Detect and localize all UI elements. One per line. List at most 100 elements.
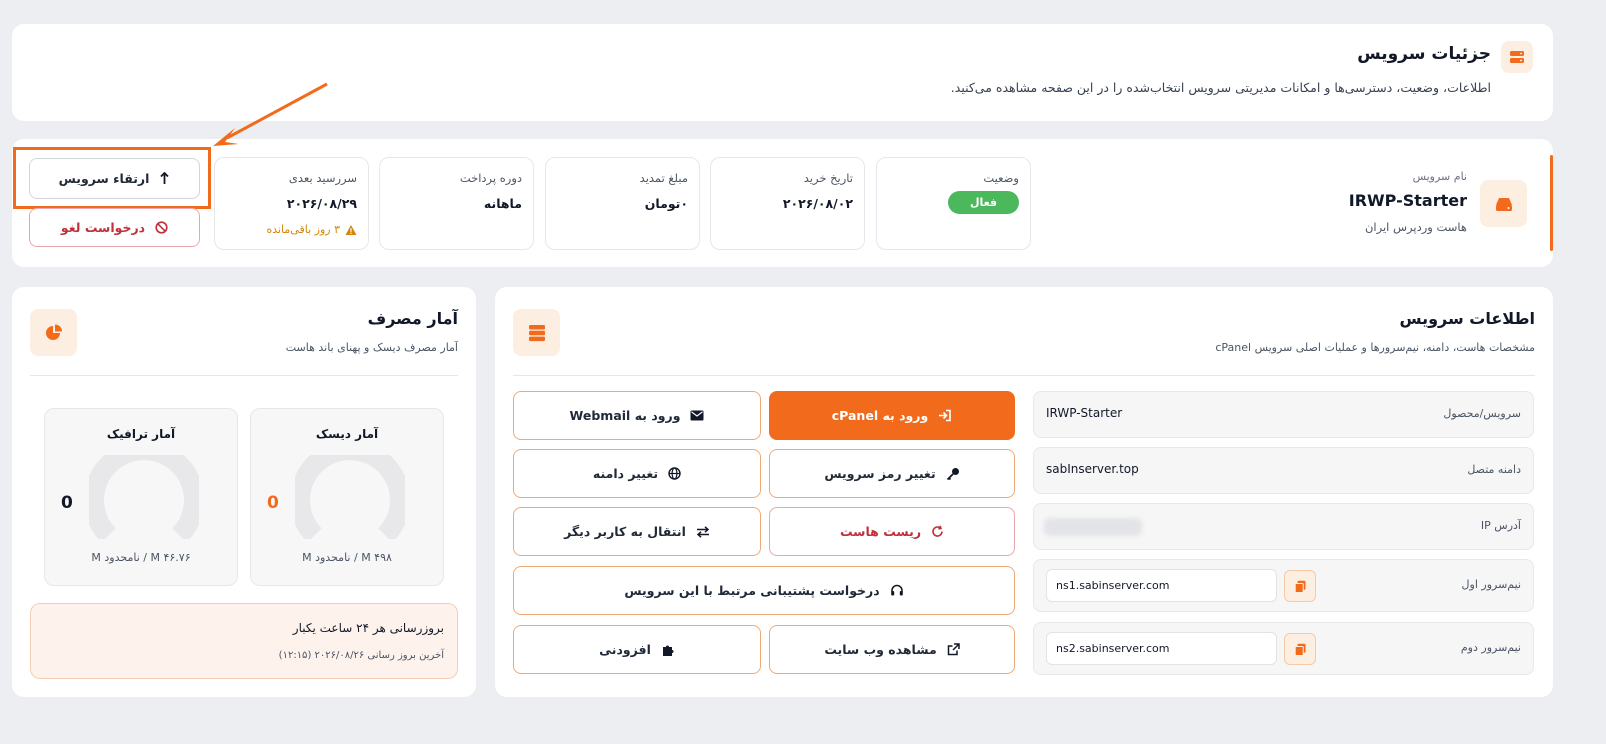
ns1-field[interactable]: ns1.sabinserver.com — [1046, 569, 1277, 602]
external-link-icon — [947, 643, 960, 656]
webmail-login-button[interactable]: ورود به Webmail — [513, 391, 761, 440]
info-row-label: نیم‌سرور اول — [1461, 578, 1521, 591]
billing-period-label: دوره پرداخت — [459, 171, 522, 185]
reset-host-label: ریست هاست — [839, 524, 922, 539]
change-domain-button[interactable]: تغییر دامنه — [513, 449, 761, 498]
info-row-label: آدرس IP — [1480, 519, 1521, 532]
copy-ns2-button[interactable] — [1284, 633, 1316, 665]
ns2-field[interactable]: ns2.sabinserver.com — [1046, 632, 1277, 665]
traffic-gauge — [89, 455, 199, 539]
key-icon — [946, 467, 959, 480]
days-left-text: ۳ روز باقی‌مانده — [266, 223, 340, 236]
reset-host-button[interactable]: ریست هاست — [769, 507, 1015, 556]
next-due-date: ۲۰۲۶/۰۸/۲۹ — [286, 196, 357, 211]
copy-ns1-button[interactable] — [1284, 570, 1316, 602]
update-notice-detail: آخرین بروز رسانی ۲۰۲۶/۰۸/۲۶ (۱۲:۱۵) — [278, 650, 444, 661]
disk-stats-box: آمار دیسک 0 M ۴۹۸ / نامحدود M — [250, 408, 444, 586]
update-notice-title: بروزرسانی هر ۲۴ ساعت یکبار — [292, 621, 444, 635]
service-info-title: اطلاعات سرویس — [1399, 309, 1535, 328]
arrow-up-icon — [160, 172, 170, 184]
change-password-label: تغییر رمز سرویس — [824, 466, 936, 481]
info-row-ip: آدرس IP — [1033, 503, 1534, 550]
copy-icon — [1294, 643, 1305, 656]
ip-value-redacted — [1044, 518, 1142, 536]
webmail-login-label: ورود به Webmail — [569, 408, 681, 423]
transfer-user-label: انتقال به کاربر دیگر — [564, 524, 686, 539]
service-type: هاست وردپرس ایران — [1364, 220, 1467, 234]
info-icon-box — [513, 309, 560, 356]
info-row-label: سرویس/محصول — [1443, 407, 1521, 420]
server-icon — [1510, 51, 1524, 63]
renew-amount: ۰تومان — [644, 196, 688, 211]
disk-detail: M ۴۹۸ / نامحدود M — [302, 551, 392, 564]
traffic-detail: M ۴۶.۷۶ / نامحدود M — [91, 551, 191, 564]
page-subtitle: اطلاعات، وضعیت، دسترسی‌ها و امکانات مدیر… — [950, 80, 1491, 95]
view-website-label: مشاهده وب سایت — [824, 642, 937, 657]
traffic-stats-box: آمار ترافیک 0 M ۴۶.۷۶ / نامحدود M — [44, 408, 238, 586]
usage-subtitle: آمار مصرف دیسک و پهنای باند هاست — [285, 341, 458, 354]
copy-icon — [1294, 580, 1305, 593]
purchase-date-label: تاریخ خرید — [803, 171, 853, 185]
ns2-value: ns2.sabinserver.com — [1056, 642, 1170, 655]
upgrade-service-button[interactable]: ارتقاء سرویس — [29, 158, 200, 199]
transfer-user-button[interactable]: انتقال به کاربر دیگر — [513, 507, 761, 556]
server-icon-box — [1501, 41, 1533, 73]
purchase-date-box: تاریخ خرید ۲۰۲۶/۰۸/۰۲ — [710, 157, 865, 250]
divider — [30, 375, 458, 376]
renew-amount-label: مبلغ تمدید — [639, 171, 688, 185]
info-row-value: IRWP-Starter — [1046, 406, 1123, 420]
pie-chart-icon — [45, 324, 62, 340]
divider — [513, 375, 1535, 376]
info-row-label: نیم‌سرور دوم — [1460, 641, 1521, 654]
cancel-request-button[interactable]: درخواست لغو — [29, 208, 200, 247]
cancel-request-label: درخواست لغو — [60, 220, 146, 235]
addons-label: افزودنی — [599, 642, 651, 657]
usage-stats-card: آمار مصرف آمار مصرف دیسک و پهنای باند ها… — [12, 287, 476, 697]
support-request-button[interactable]: درخواست پشتیبانی مرتبط با این سرویس — [513, 566, 1015, 615]
update-notice: بروزرسانی هر ۲۴ ساعت یکبار آخرین بروز رس… — [30, 603, 458, 679]
view-website-button[interactable]: مشاهده وب سایت — [769, 625, 1015, 674]
cpanel-login-button[interactable]: ورود به cPanel — [769, 391, 1015, 440]
support-request-label: درخواست پشتیبانی مرتبط با این سرویس — [624, 583, 880, 598]
info-row-value: sabInserver.top — [1046, 462, 1139, 476]
upgrade-service-label: ارتقاء سرویس — [58, 171, 150, 186]
ns1-value: ns1.sabinserver.com — [1056, 579, 1170, 592]
usage-title: آمار مصرف — [367, 309, 458, 328]
server-stack-icon — [528, 324, 545, 341]
globe-icon — [668, 467, 681, 480]
redo-icon — [932, 525, 943, 537]
traffic-stats-title: آمار ترافیک — [106, 427, 176, 441]
ban-icon — [155, 221, 168, 234]
info-row-domain: دامنه متصل sabInserver.top — [1033, 447, 1534, 494]
page-title: جزئیات سرویس — [1357, 44, 1491, 64]
status-box: وضعیت فعال — [876, 157, 1031, 250]
puzzle-icon — [662, 645, 674, 656]
service-info-card: اطلاعات سرویس مشخصات هاست، دامنه، نیم‌سر… — [495, 287, 1553, 697]
service-summary-card: نام سرویس IRWP-Starter هاست وردپرس ایران… — [12, 139, 1553, 267]
login-icon — [939, 409, 952, 422]
annotation-arrow-icon — [213, 82, 328, 146]
envelope-icon — [690, 410, 704, 421]
info-row-ns1: نیم‌سرور اول ns1.sabinserver.com — [1033, 559, 1534, 612]
change-domain-label: تغییر دامنه — [592, 466, 659, 481]
disk-value: 0 — [267, 493, 279, 513]
change-password-button[interactable]: تغییر رمز سرویس — [769, 449, 1015, 498]
service-info-subtitle: مشخصات هاست، دامنه، نیم‌سرورها و عملیات … — [1215, 341, 1535, 354]
service-name: IRWP-Starter — [1348, 191, 1467, 210]
info-row-label: دامنه متصل — [1467, 463, 1521, 476]
headset-icon — [890, 584, 903, 595]
addons-button[interactable]: افزودنی — [513, 625, 761, 674]
status-label: وضعیت — [983, 171, 1019, 185]
disk-stats-title: آمار دیسک — [315, 427, 379, 441]
hard-drive-icon — [1495, 197, 1512, 211]
active-indicator-bar — [1550, 155, 1553, 251]
usage-icon-box — [30, 309, 77, 356]
days-left: ۳ روز باقی‌مانده — [266, 223, 357, 236]
billing-period-box: دوره پرداخت ماهانه — [379, 157, 534, 250]
traffic-value: 0 — [61, 493, 73, 513]
purchase-date: ۲۰۲۶/۰۸/۰۲ — [782, 196, 853, 211]
service-name-label: نام سرویس — [1412, 170, 1467, 183]
info-row-product: سرویس/محصول IRWP-Starter — [1033, 391, 1534, 438]
warning-icon — [345, 224, 357, 235]
status-badge: فعال — [948, 191, 1019, 214]
